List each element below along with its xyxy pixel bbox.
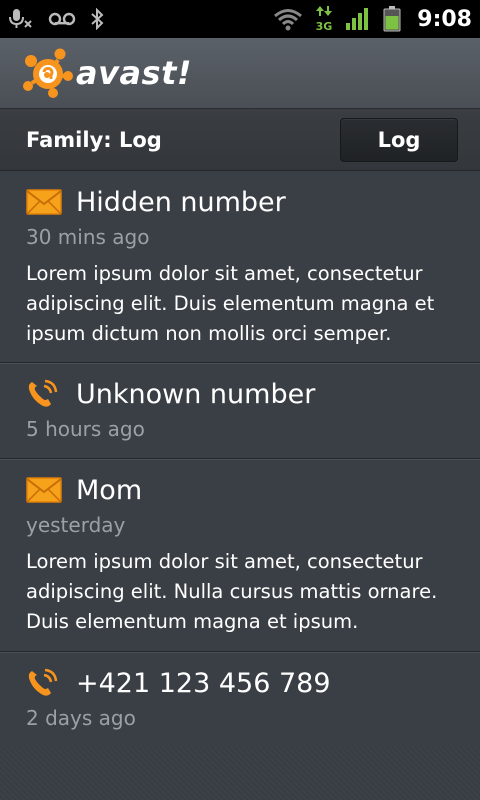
clock: 9:08: [417, 6, 472, 32]
phone-icon: [26, 379, 62, 409]
list-item[interactable]: Hidden number 30 mins ago Lorem ipsum do…: [0, 171, 480, 363]
item-message: Lorem ipsum dolor sit amet, consectetur …: [26, 550, 438, 633]
item-time: 30 mins ago: [26, 225, 150, 249]
item-title: Unknown number: [76, 378, 316, 410]
item-time: yesterday: [26, 513, 126, 537]
envelope-icon: [26, 187, 62, 217]
mic-muted-icon: [8, 8, 34, 30]
section-title: Family: Log: [26, 127, 162, 152]
item-title: Hidden number: [76, 186, 286, 218]
wifi-icon: [273, 7, 303, 31]
item-title: +421 123 456 789: [76, 667, 331, 699]
list-item[interactable]: Mom yesterday Lorem ipsum dolor sit amet…: [0, 459, 480, 652]
log-list: Hidden number 30 mins ago Lorem ipsum do…: [0, 171, 480, 748]
battery-icon: [383, 6, 401, 32]
signal-icon: [345, 7, 371, 31]
avast-logo: avast!: [22, 48, 192, 98]
brand-name: avast!: [76, 54, 192, 92]
list-item[interactable]: +421 123 456 789 2 days ago: [0, 652, 480, 748]
item-time: 5 hours ago: [26, 417, 145, 441]
phone-icon: [26, 668, 62, 698]
empty-background: [0, 747, 480, 800]
status-bar: 3G 9:08: [0, 0, 480, 38]
envelope-icon: [26, 475, 62, 505]
item-time: 2 days ago: [26, 706, 136, 730]
log-button[interactable]: Log: [340, 117, 458, 162]
network-type-label: 3G: [316, 20, 333, 33]
3g-data-icon: 3G: [315, 5, 333, 33]
voicemail-icon: [48, 11, 76, 27]
list-item[interactable]: Unknown number 5 hours ago: [0, 363, 480, 459]
item-message: Lorem ipsum dolor sit amet, consectetur …: [26, 262, 435, 345]
app-header: avast!: [0, 38, 480, 109]
section-bar: Family: Log Log: [0, 109, 480, 171]
avast-orb-icon: [23, 48, 73, 98]
bluetooth-icon: [90, 8, 104, 30]
item-title: Mom: [76, 474, 143, 506]
